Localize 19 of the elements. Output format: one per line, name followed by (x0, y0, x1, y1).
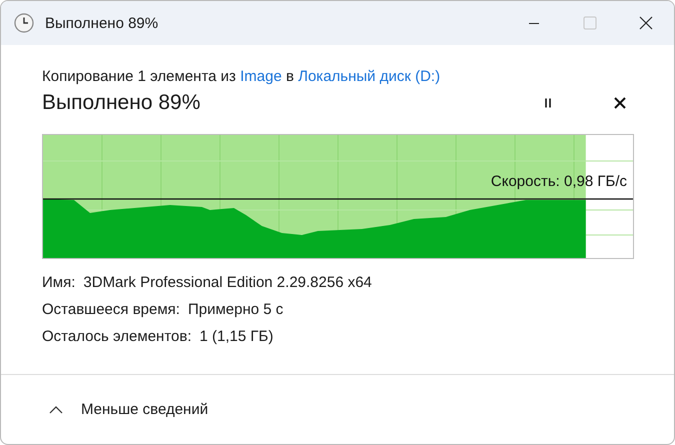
speed-label: Скорость: 0,98 ГБ/с (490, 173, 627, 190)
copy-description: Копирование 1 элемента из Image в Локальный диск (D:) (42, 67, 440, 87)
maximize-icon (583, 16, 597, 30)
close-icon (639, 16, 653, 30)
location-link[interactable]: Image (240, 68, 282, 85)
detail-label: Оставшееся время: (42, 300, 180, 320)
location-link[interactable]: Локальный диск (D:) (298, 68, 440, 85)
chevron-up-icon (49, 405, 63, 414)
detail-value: 1 (1,15 ГБ) (200, 327, 274, 347)
detail-value: 3DMark Professional Edition 2.29.8256 x64 (83, 273, 372, 293)
progress-heading: Выполнено 89% (42, 91, 200, 115)
detail-label: Осталось элементов: (42, 327, 192, 347)
detail-label: Имя: (42, 273, 76, 293)
pause-icon (542, 97, 554, 109)
window-title: Выполнено 89% (45, 14, 158, 32)
detail-value: Примерно 5 с (188, 300, 284, 320)
close-icon (613, 96, 627, 110)
less-details-button[interactable]: Меньше сведений (45, 397, 212, 422)
clock-icon (14, 13, 34, 33)
